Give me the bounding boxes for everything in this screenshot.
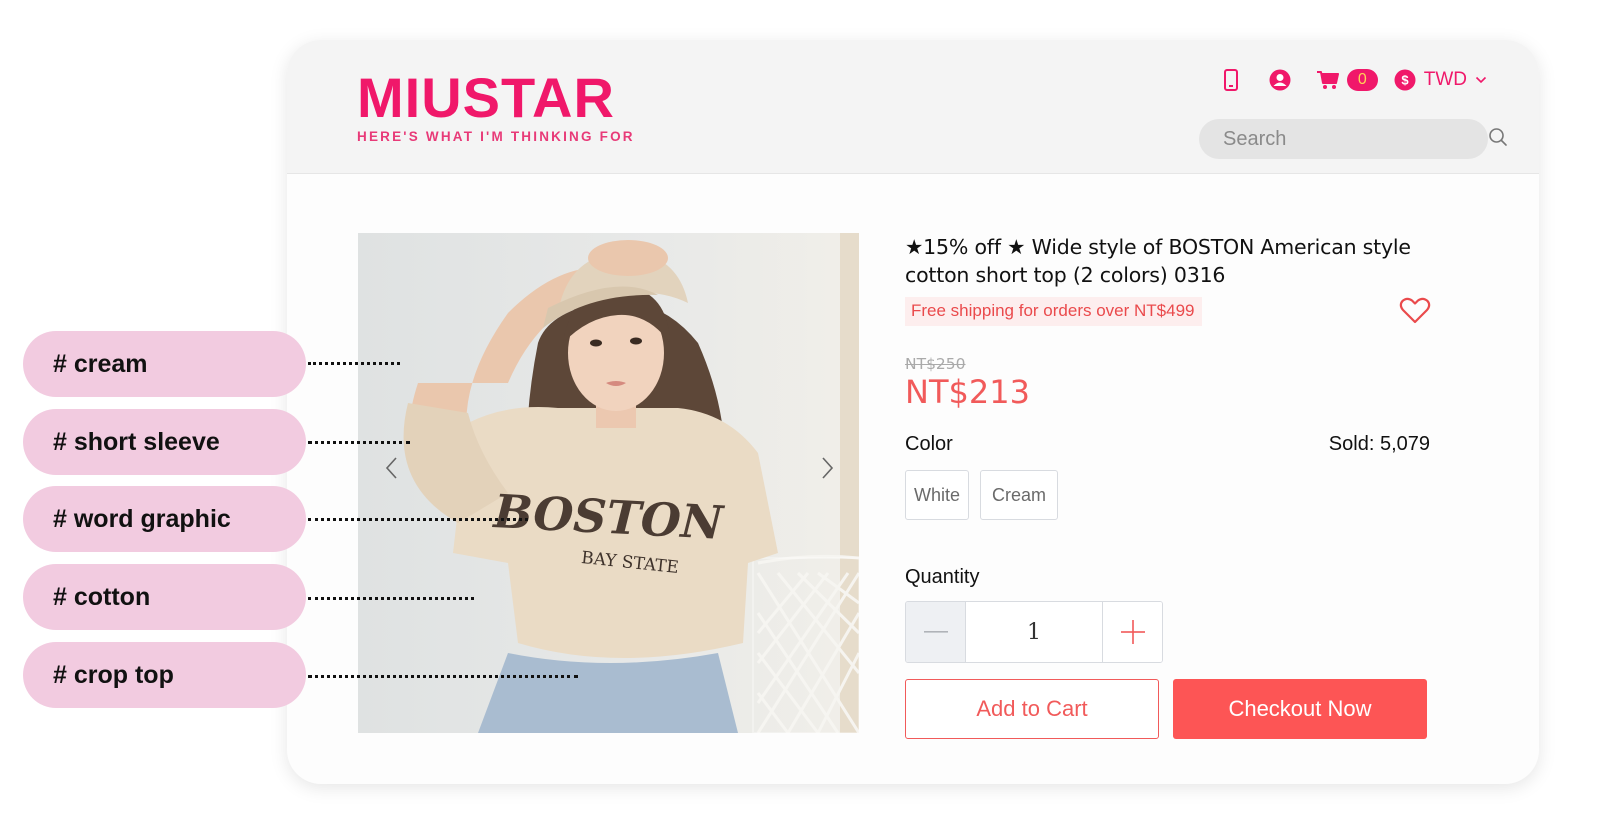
chevron-down-icon[interactable] [1475,76,1487,84]
tag-word-graphic: # word graphic [23,486,306,552]
color-row: Color Sold: 5,079 [905,433,1430,456]
purchase-actions: Add to Cart Checkout Now [905,679,1435,739]
tag-cream: # cream [23,331,306,397]
product-photo: BOSTON BAY STATE [358,233,859,733]
plus-icon [1120,620,1145,644]
tag-short-sleeve: # short sleeve [23,409,306,475]
color-label: Color [905,433,953,455]
carousel-next-arrow[interactable] [817,453,837,483]
carousel-prev-arrow[interactable] [382,453,402,483]
leader-line-word-graphic [308,518,528,521]
search-bar [1199,119,1507,159]
account-icon[interactable] [1269,69,1291,91]
sold-count: Sold: 5,079 [1328,433,1430,455]
original-price: NT$250 [905,355,966,373]
cart-icon[interactable] [1316,70,1339,90]
free-shipping-banner: Free shipping for orders over NT$499 [905,297,1203,326]
leader-line-short-sleeve [308,441,410,444]
minus-icon [923,631,948,633]
tag-crop-top: # crop top [23,642,306,708]
increase-quantity-button[interactable] [1102,602,1162,662]
product-image: BOSTON BAY STATE [358,233,859,733]
leader-line-cotton [308,597,474,600]
currency-selector[interactable]: TWD [1424,69,1467,91]
quantity-stepper: 1 [905,601,1163,663]
header-nav: 0 $ TWD [1223,66,1487,94]
cart-count-badge[interactable]: 0 [1346,69,1378,91]
phone-icon[interactable] [1223,69,1239,91]
color-option-cream[interactable]: Cream [980,470,1058,520]
leader-line-crop-top [308,675,578,678]
quantity-value[interactable]: 1 [966,602,1102,662]
product-title: ★15% off ★ Wide style of BOSTON American… [905,235,1411,287]
site-header: MIUSTAR HERE'S WHAT I'M THINKING FOR 0 $… [287,40,1539,174]
leader-line-cream [308,362,400,365]
logo-tagline: HERE'S WHAT I'M THINKING FOR [357,129,635,144]
shipping-row: Free shipping for orders over NT$499 [905,297,1435,329]
logo-wordmark: MIUSTAR [357,66,615,129]
wishlist-heart-icon[interactable] [1399,297,1431,330]
svg-text:$: $ [1401,73,1409,88]
product-info: ★15% off ★ Wide style of BOSTON American… [905,233,1435,739]
logo[interactable]: MIUSTAR HERE'S WHAT I'M THINKING FOR [357,66,635,145]
product-page-card: MIUSTAR HERE'S WHAT I'M THINKING FOR 0 $… [287,40,1539,784]
add-to-cart-button[interactable]: Add to Cart [905,679,1159,739]
quantity-label: Quantity [905,566,980,588]
checkout-now-button[interactable]: Checkout Now [1173,679,1427,739]
search-input[interactable] [1223,127,1488,151]
stage: MIUSTAR HERE'S WHAT I'M THINKING FOR 0 $… [0,0,1600,840]
currency-icon[interactable]: $ [1394,69,1416,91]
sale-price: NT$213 [905,373,1030,411]
color-option-white[interactable]: White [905,470,969,520]
decrease-quantity-button[interactable] [906,602,966,662]
tag-cotton: # cotton [23,564,306,630]
color-options: White Cream [905,470,1435,520]
search-icon[interactable] [1488,127,1508,152]
